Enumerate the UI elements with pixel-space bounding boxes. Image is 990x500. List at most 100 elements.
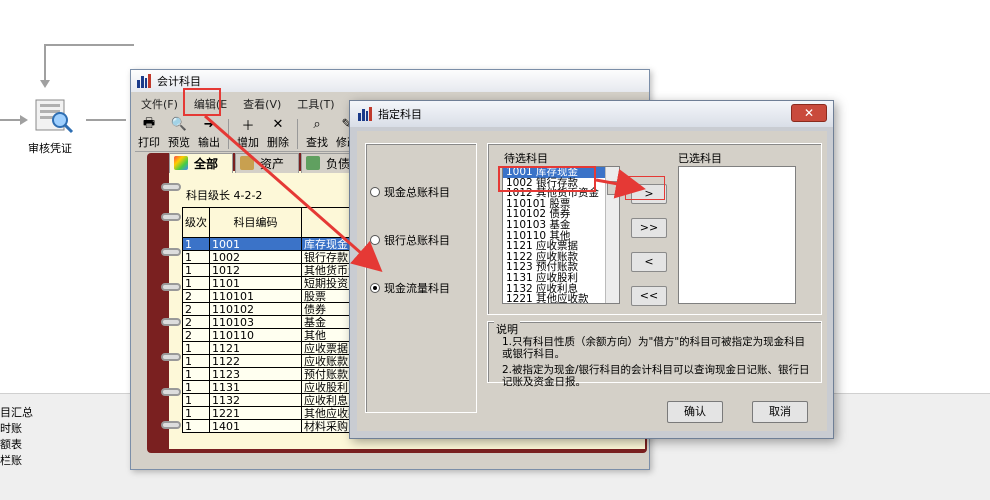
delete-button[interactable]: ✕ 删除 <box>264 117 292 151</box>
table-row[interactable]: 1 1001 库存现金 <box>182 237 373 251</box>
table-row[interactable]: 1 1002 银行存款 <box>182 250 373 264</box>
binder-ring <box>161 248 181 256</box>
radio-button[interactable] <box>370 283 380 293</box>
tab-all-label: 全部 <box>194 157 219 171</box>
table-row[interactable]: 1 1131 应收股利 <box>182 380 373 394</box>
description-label: 说明 <box>494 321 520 337</box>
flow-connector <box>44 44 134 46</box>
binder-ring <box>161 421 181 429</box>
print-label: 打印 <box>138 135 160 149</box>
table-row[interactable]: 1 1101 短期投资 <box>182 276 373 290</box>
add-button[interactable]: ＋增加 <box>234 117 262 151</box>
flow-connector <box>0 119 20 121</box>
edit-menu-highlight <box>183 88 221 116</box>
dialog-close-button[interactable]: ✕ <box>791 104 827 122</box>
tab-assets[interactable]: 资产 <box>235 153 300 173</box>
left-nav-item[interactable]: 额表 <box>0 436 22 452</box>
radio-button[interactable] <box>370 235 380 245</box>
level-cell: 1 <box>182 263 210 277</box>
tab-liabilities-label: 负债 <box>326 157 351 171</box>
code-cell: 110102 <box>209 302 302 316</box>
table-row[interactable]: 2 110110 其他 <box>182 328 373 342</box>
level-cell: 1 <box>182 367 210 381</box>
radio-label: 银行总账科目 <box>384 234 450 247</box>
export-button[interactable]: ➜ 输出 <box>195 117 223 151</box>
col-code[interactable]: 科目编码 <box>209 207 302 238</box>
candidate-item[interactable]: 1131 应收股利 <box>503 273 619 284</box>
level-cell: 1 <box>182 406 210 420</box>
preview-icon: 🔍 <box>170 117 188 132</box>
menu-view[interactable]: 查看(V) <box>237 94 287 114</box>
code-cell: 110110 <box>209 328 302 342</box>
menu-file[interactable]: 文件(F) <box>135 94 184 114</box>
level-cell: 1 <box>182 237 210 251</box>
audit-voucher-label[interactable]: 审核凭证 <box>28 140 72 156</box>
radio-cash-ledger[interactable]: 现金总账科目 <box>370 184 450 200</box>
left-nav-item[interactable]: 时账 <box>0 420 22 436</box>
add-label: 增加 <box>237 135 259 149</box>
preview-button[interactable]: 🔍 预览 <box>165 117 193 151</box>
level-cell: 1 <box>182 341 210 355</box>
level-cell: 2 <box>182 315 210 329</box>
left-nav-item[interactable]: 栏账 <box>0 452 22 468</box>
level-cell: 1 <box>182 250 210 264</box>
candidate-item[interactable]: 110103 基金 <box>503 220 619 231</box>
code-cell: 1122 <box>209 354 302 368</box>
table-row[interactable]: 2 110102 债券 <box>182 302 373 316</box>
table-row[interactable]: 1 1121 应收票据 <box>182 341 373 355</box>
code-cell: 1002 <box>209 250 302 264</box>
description-text: 1.只有科目性质（余额方向）为"借方"的科目可被指定为现金科目或银行科目。 2.… <box>502 336 812 388</box>
table-row[interactable]: 2 110103 基金 <box>182 315 373 329</box>
table-row[interactable]: 1 1123 预付账款 <box>182 367 373 381</box>
confirm-button[interactable]: 确认 <box>667 401 723 423</box>
binder-ring <box>161 183 181 191</box>
table-row[interactable]: 1 1221 其他应收款 <box>182 406 373 420</box>
export-icon: ➜ <box>203 117 215 132</box>
cancel-button[interactable]: 取消 <box>752 401 808 423</box>
code-cell: 1221 <box>209 406 302 420</box>
description-group: 说明 1.只有科目性质（余额方向）为"借方"的科目可被指定为现金科目或银行科目。… <box>487 321 822 388</box>
code-cell: 110103 <box>209 315 302 329</box>
level-cell: 1 <box>182 276 210 290</box>
selected-list[interactable] <box>678 166 796 304</box>
table-row[interactable]: 1 1122 应收账款 <box>182 354 373 368</box>
scrollbar-thumb[interactable] <box>607 181 618 195</box>
dialog-titlebar[interactable]: 指定科目 <box>350 101 833 127</box>
export-label: 输出 <box>198 135 220 149</box>
find-button[interactable]: ⌕ 查找 <box>303 117 331 151</box>
delete-icon: ✕ <box>272 117 284 132</box>
menu-tools[interactable]: 工具(T) <box>291 94 340 114</box>
description-line: 1.只有科目性质（余额方向）为"借方"的科目可被指定为现金科目或银行科目。 <box>502 336 806 360</box>
radio-label: 现金总账科目 <box>384 186 450 199</box>
radio-button[interactable] <box>370 187 380 197</box>
tab-all[interactable]: 全部 <box>169 153 234 173</box>
move-all-right-button[interactable]: >> <box>631 218 667 238</box>
table-row[interactable]: 1 1012 其他货币资金 <box>182 263 373 277</box>
table-row[interactable]: 1 1132 应收利息 <box>182 393 373 407</box>
table-row[interactable]: 2 110101 股票 <box>182 289 373 303</box>
left-nav-item[interactable]: 目汇总 <box>0 404 33 420</box>
radio-bank-ledger[interactable]: 银行总账科目 <box>370 232 450 248</box>
level-cell: 1 <box>182 354 210 368</box>
find-label: 查找 <box>306 135 328 149</box>
move-all-left-button[interactable]: << <box>631 286 667 306</box>
dialog-app-icon <box>358 107 372 121</box>
print-button[interactable]: 🖶 打印 <box>135 116 163 151</box>
preview-label: 预览 <box>168 135 190 149</box>
radio-label: 现金流量科目 <box>384 282 450 295</box>
candidate-item[interactable]: 1221 其他应收款 <box>503 294 619 303</box>
move-left-button[interactable]: < <box>631 252 667 272</box>
radio-cash-flow[interactable]: 现金流量科目 <box>370 280 450 296</box>
toolbar-separator <box>228 118 229 149</box>
candidate-scrollbar[interactable] <box>605 167 619 303</box>
col-level[interactable]: 级次 <box>182 207 210 238</box>
toolbar-separator <box>297 118 298 149</box>
candidate-highlight <box>498 166 596 192</box>
candidate-label: 待选科目 <box>504 152 548 165</box>
binder-ring <box>161 388 181 396</box>
table-row[interactable]: 1 1401 材料采购 <box>182 419 373 433</box>
move-button-highlight <box>625 176 665 200</box>
flow-connector <box>44 44 46 84</box>
audit-voucher-icon[interactable] <box>30 96 76 136</box>
accounts-table: 级次 科目编码 1 1001 库存现金 1 1002 银行存款 1 1012 其他货币资金 1 11… <box>182 207 373 433</box>
